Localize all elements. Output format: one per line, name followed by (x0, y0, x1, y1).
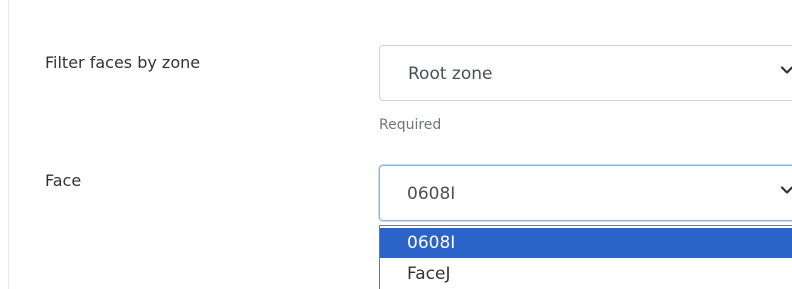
zone-filter-label: Filter faces by zone (45, 53, 201, 72)
face-dropdown-list: 0608I FaceJ (379, 225, 792, 289)
chevron-down-icon (780, 186, 792, 194)
zone-select[interactable]: Root zone (379, 45, 792, 101)
required-hint: Required (379, 117, 442, 133)
face-filter-form: Filter faces by zone Root zone Required … (0, 0, 792, 289)
face-select[interactable]: 0608I (379, 165, 792, 221)
dropdown-option-0608i[interactable]: 0608I (380, 228, 792, 258)
dropdown-option-facej[interactable]: FaceJ (380, 259, 792, 289)
face-label: Face (45, 171, 82, 190)
chevron-down-icon (780, 66, 792, 74)
panel-divider (8, 0, 9, 289)
zone-select-value: Root zone (408, 64, 493, 84)
face-select-value: 0608I (407, 184, 456, 204)
